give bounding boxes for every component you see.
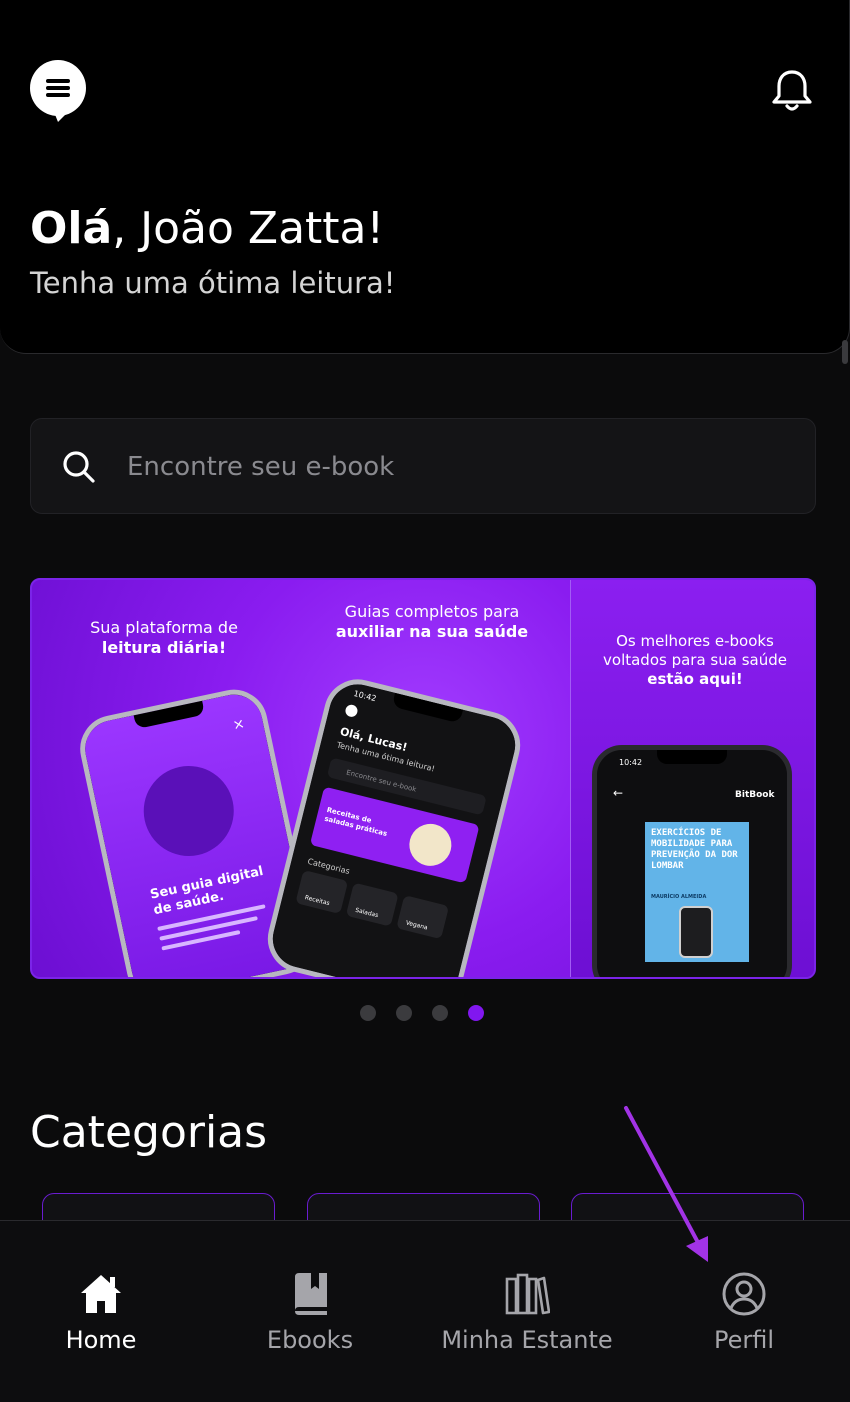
book-icon <box>295 1273 327 1315</box>
carousel-dot-1[interactable] <box>360 1005 376 1021</box>
banner-slide3-line2: voltados para sua saúde <box>603 651 787 669</box>
book-cover-image: EXERCÍCIOS DE MOBILIDADE PARA PREVENÇÃO … <box>645 822 749 962</box>
banner-phone-mockup-2: 10:42 Olá, Lucas! Tenha uma ótima leitur… <box>260 672 528 977</box>
carousel-dots[interactable] <box>360 1005 484 1021</box>
phone2-cat-card: Vegana <box>396 895 450 940</box>
phone-in-hand-image <box>679 906 713 958</box>
close-icon: × <box>231 715 247 734</box>
search-input[interactable] <box>127 439 787 495</box>
banner-slide3-text: Os melhores e-books voltados para sua sa… <box>585 632 805 689</box>
app-logo <box>30 60 86 122</box>
bookshelf-icon <box>505 1273 550 1315</box>
carousel-dot-4[interactable] <box>468 1005 484 1021</box>
greeting-title: Olá, João Zatta! <box>30 200 384 258</box>
phone2-logo-icon <box>344 703 359 719</box>
book-cover-author: MAURÍCIO ALMEIDA <box>651 894 707 900</box>
phone2-cat-card: Saladas <box>345 882 399 927</box>
tab-ebooks-label: Ebooks <box>266 1326 354 1354</box>
profile-icon <box>722 1272 766 1316</box>
illustration-image <box>135 757 243 865</box>
greeting-subtitle: Tenha uma ótima leitura! <box>30 266 396 300</box>
scrollbar[interactable] <box>842 340 848 364</box>
promo-banner[interactable]: Sua plataforma de leitura diária! Guias … <box>30 578 816 979</box>
tab-perfil-label: Perfil <box>713 1326 775 1354</box>
greeting-prefix: Olá <box>30 203 113 254</box>
phone3-time: 10:42 <box>619 758 643 767</box>
back-arrow-icon: ← <box>613 786 624 800</box>
home-icon <box>81 1275 121 1313</box>
book-cover-title: EXERCÍCIOS DE MOBILIDADE PARA PREVENÇÃO … <box>651 828 738 871</box>
tab-ebooks[interactable]: Ebooks <box>230 1221 390 1402</box>
phone3-app-name: BitBook <box>735 790 775 800</box>
tab-home[interactable]: Home <box>20 1221 182 1402</box>
tab-minha-estante-label: Minha Estante <box>441 1326 613 1354</box>
banner-phone-mockup-3: 10:42 ← BitBook EXERCÍCIOS DE MOBILIDADE… <box>592 745 792 977</box>
menu-icon <box>46 76 70 100</box>
banner-slide2-text: Guias completos para auxiliar na sua saú… <box>322 602 542 642</box>
carousel-dot-2[interactable] <box>396 1005 412 1021</box>
banner-slide3-line1: Os melhores e-books <box>616 632 774 650</box>
notification-bell-icon[interactable] <box>770 68 814 114</box>
search-icon <box>63 451 95 483</box>
banner-slide1-line2: leitura diária! <box>101 638 227 657</box>
banner-slide1-line1: Sua plataforma de <box>90 618 238 637</box>
carousel-dot-3[interactable] <box>432 1005 448 1021</box>
categories-title: Categorias <box>30 1107 268 1158</box>
header: Olá, João Zatta! Tenha uma ótima leitura… <box>0 0 850 354</box>
banner-slide2-line1: Guias completos para <box>344 602 520 621</box>
banner-slide3-line3: estão aqui! <box>647 670 743 688</box>
search-bar[interactable] <box>30 418 816 514</box>
bottom-tab-bar: Home Ebooks Minha Estante Perfil <box>0 1220 850 1402</box>
banner-slide1-text: Sua plataforma de leitura diária! <box>74 618 254 658</box>
salad-image <box>404 819 456 871</box>
greeting-name: , João Zatta! <box>112 203 385 254</box>
phone2-time: 10:42 <box>352 688 378 704</box>
tab-home-label: Home <box>65 1326 137 1354</box>
banner-slide2-line2: auxiliar na sua saúde <box>335 622 529 641</box>
tab-perfil[interactable]: Perfil <box>664 1221 824 1402</box>
tab-minha-estante[interactable]: Minha Estante <box>424 1221 630 1402</box>
